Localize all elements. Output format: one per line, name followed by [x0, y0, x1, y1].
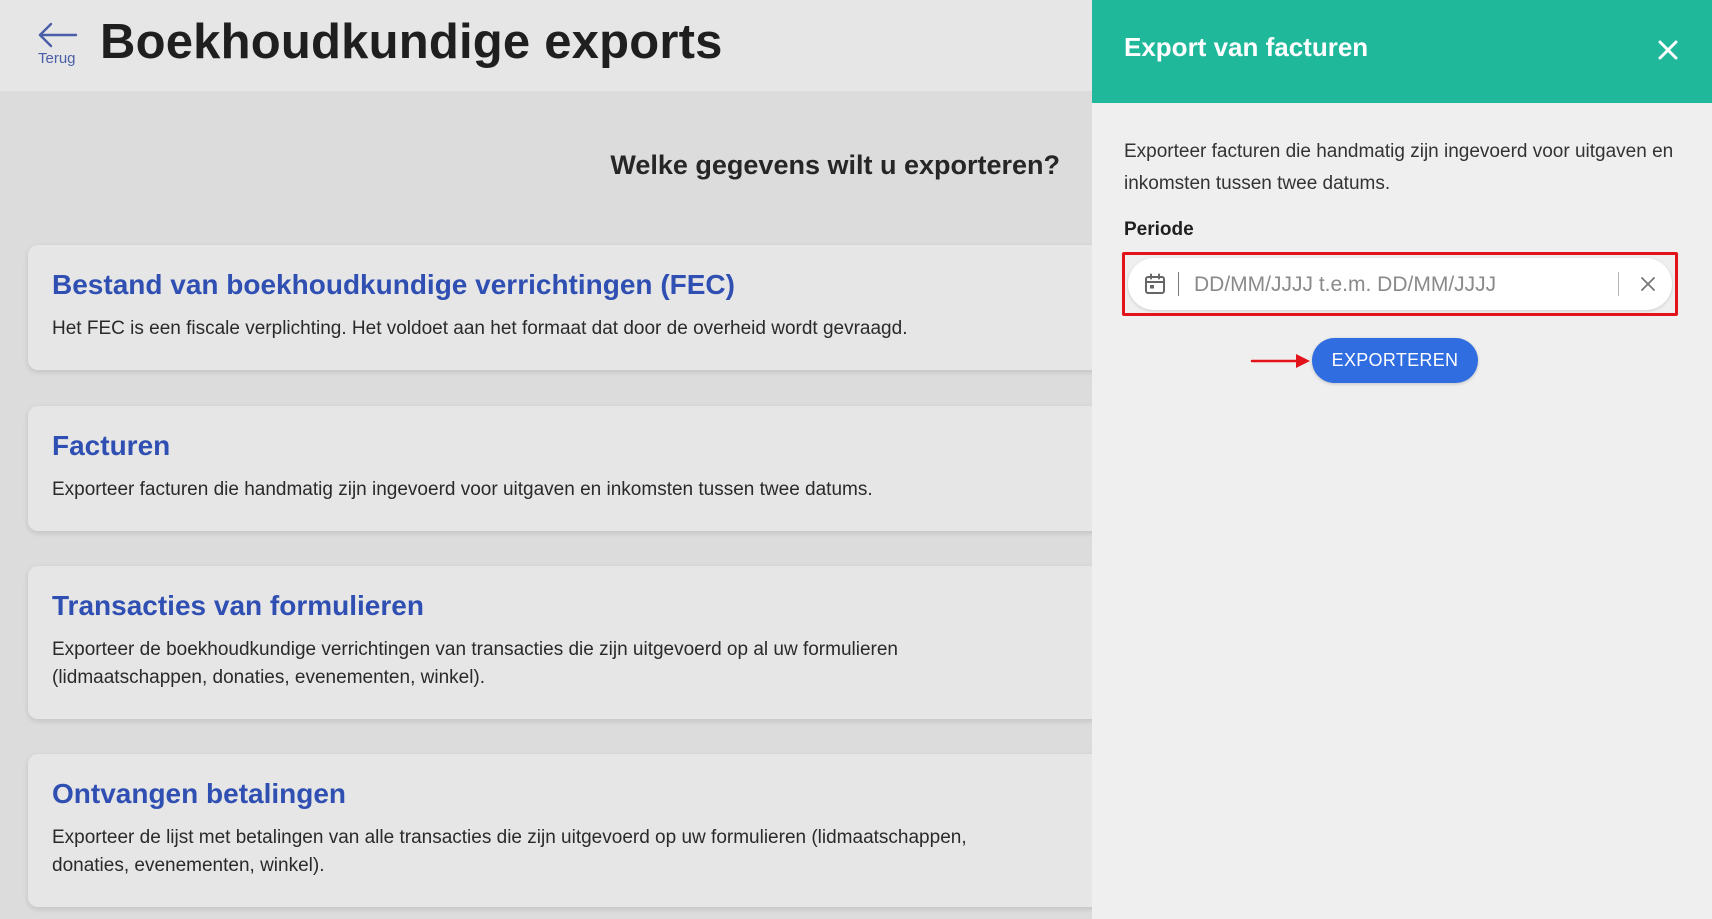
back-label: Terug — [38, 50, 76, 67]
back-button[interactable]: Terug — [30, 20, 86, 72]
top-bar: Terug Boekhoudkundige exports — [0, 0, 1092, 91]
clear-icon[interactable] — [1638, 274, 1658, 294]
calendar-icon[interactable] — [1144, 273, 1166, 295]
card-title: Transacties van formulieren — [52, 590, 424, 621]
card-description: Exporteer de lijst met betalingen van al… — [52, 827, 967, 876]
input-divider — [1178, 272, 1179, 296]
drawer-title: Export van facturen — [1124, 32, 1369, 62]
period-input[interactable] — [1192, 266, 1596, 304]
export-option-fec[interactable]: Bestand van boekhoudkundige verrichtinge… — [28, 245, 1092, 370]
export-option-form-transactions[interactable]: Transacties van formulieren Exporteer de… — [28, 566, 1092, 719]
card-description: Exporteer de boekhoudkundige verrichting… — [52, 639, 899, 688]
export-button[interactable]: EXPORTEREN — [1312, 338, 1478, 383]
card-description: Exporteer facturen die handmatig zijn in… — [52, 479, 873, 500]
drawer-description: Exporteer facturen die handmatig zijn in… — [1124, 141, 1674, 194]
close-button[interactable] — [1652, 34, 1684, 66]
period-date-range[interactable] — [1128, 258, 1672, 310]
input-divider — [1618, 272, 1619, 296]
card-title: Facturen — [52, 430, 171, 461]
export-question: Welke gegevens wilt u exporteren? — [610, 150, 1060, 180]
card-description: Het FEC is een fiscale verplichting. Het… — [52, 318, 908, 339]
export-drawer: Export van facturen Exporteer facturen d… — [1092, 0, 1712, 919]
period-label: Periode — [1124, 219, 1194, 240]
arrow-right-icon — [1250, 354, 1310, 368]
main-page: Terug Boekhoudkundige exports Welke gege… — [0, 0, 1092, 919]
page-title: Boekhoudkundige exports — [100, 15, 723, 69]
export-option-invoices[interactable]: Facturen Exporteer facturen die handmati… — [28, 406, 1092, 531]
close-icon — [1658, 40, 1678, 60]
card-title: Bestand van boekhoudkundige verrichtinge… — [52, 269, 735, 300]
export-option-received-payments[interactable]: Ontvangen betalingen Exporteer de lijst … — [28, 754, 1092, 907]
arrow-left-icon — [38, 22, 78, 48]
card-title: Ontvangen betalingen — [52, 778, 347, 809]
drawer-header: Export van facturen — [1092, 0, 1712, 103]
